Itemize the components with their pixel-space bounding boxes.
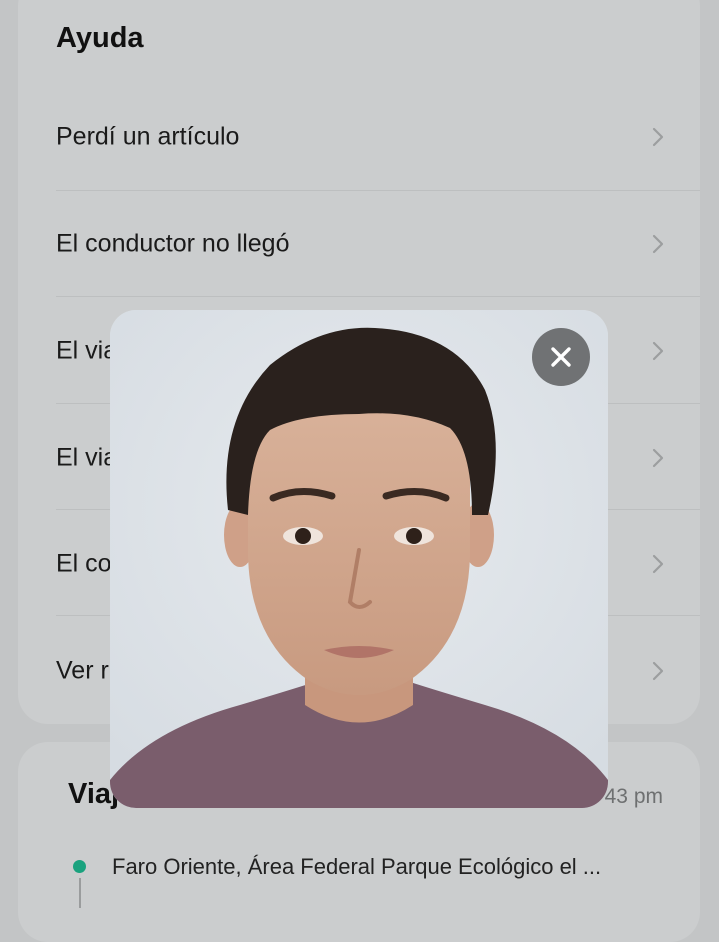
- help-item-label: El via: [56, 443, 118, 471]
- help-item-driver-no-show[interactable]: El conductor no llegó: [56, 190, 672, 297]
- chevron-right-icon: [652, 127, 664, 146]
- chevron-right-icon: [652, 661, 664, 680]
- close-button[interactable]: [532, 328, 590, 386]
- trip-origin-address: Faro Oriente, Área Federal Parque Ecológ…: [112, 854, 602, 879]
- help-item-label: Perdí un artículo: [56, 122, 240, 150]
- chevron-right-icon: [652, 554, 664, 573]
- help-item-label: El conductor no llegó: [56, 229, 290, 257]
- help-item-label: El via: [56, 336, 118, 364]
- chevron-right-icon: [652, 448, 664, 467]
- driver-photo-modal: [110, 310, 608, 808]
- close-icon: [551, 347, 571, 367]
- chevron-right-icon: [652, 341, 664, 360]
- help-title: Ayuda: [56, 22, 144, 54]
- help-item-label: El co: [56, 549, 112, 577]
- origin-dot-icon: [73, 860, 86, 873]
- route-line: [79, 878, 81, 908]
- chevron-right-icon: [652, 234, 664, 253]
- trip-time: 43 pm: [604, 785, 663, 808]
- driver-photo: [110, 310, 608, 808]
- help-item-lost-item[interactable]: Perdí un artículo: [56, 83, 672, 190]
- help-item-label: Ver r: [56, 656, 109, 684]
